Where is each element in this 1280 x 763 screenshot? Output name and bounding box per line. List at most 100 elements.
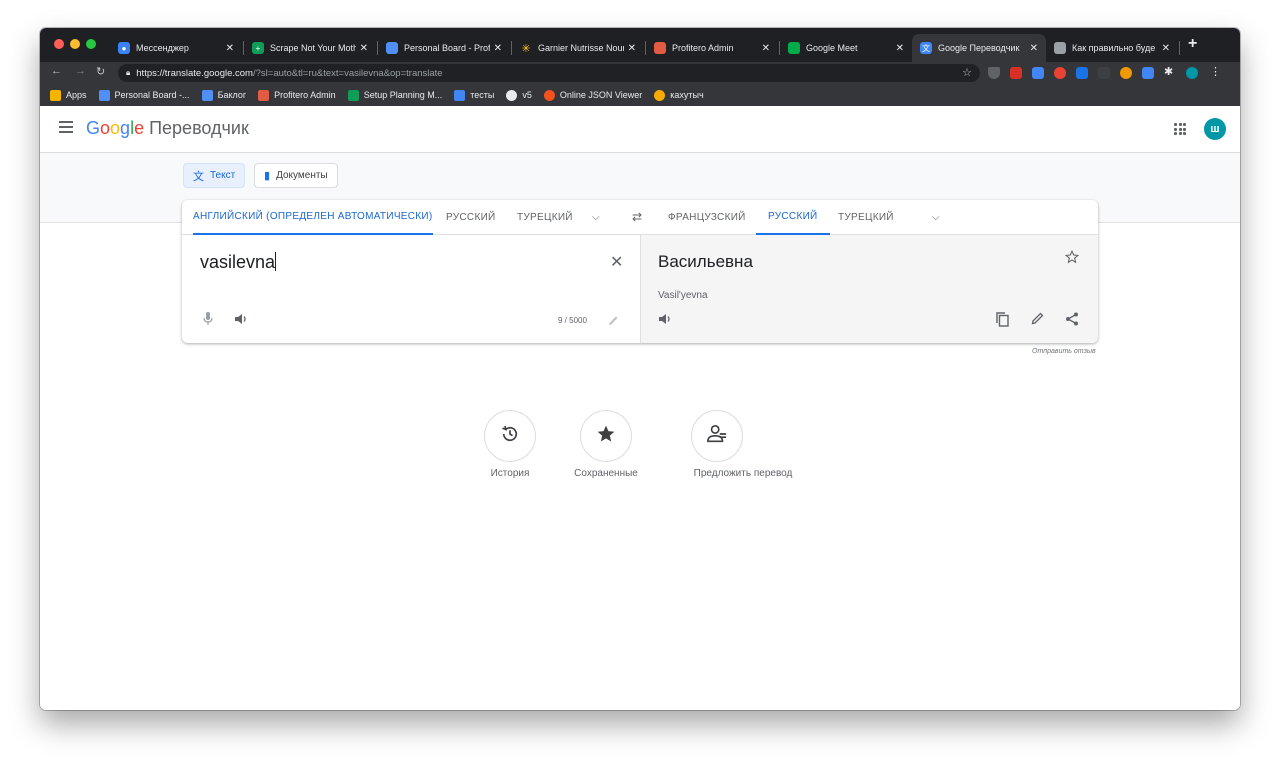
translation-card: АНГЛИЙСКИЙ (ОПРЕДЕЛЕН АВТОМАТИЧЕСКИ) РУС… xyxy=(182,200,1098,343)
close-tab-icon[interactable]: ✕ xyxy=(628,43,636,54)
source-lang-tab[interactable]: ТУРЕЦКИЙ xyxy=(517,200,573,235)
address-bar[interactable]: 🔒︎ https://translate.google.com/?sl=auto… xyxy=(118,64,980,82)
source-panel: vasilevna ✕ 9 / 5000 xyxy=(182,235,640,343)
hamburger-menu-icon[interactable] xyxy=(59,121,73,133)
saved-button[interactable] xyxy=(580,410,632,462)
globe-icon xyxy=(506,89,518,101)
chevron-down-icon[interactable]: ⌵ xyxy=(932,212,940,223)
close-tab-icon[interactable]: ✕ xyxy=(762,43,770,54)
browser-tab-active[interactable]: 文 Google Переводчик ✕ xyxy=(912,34,1046,62)
extension-icon[interactable] xyxy=(1120,67,1132,79)
close-window-button[interactable] xyxy=(54,39,64,49)
translate-icon: 文 xyxy=(193,170,204,183)
extension-icon[interactable] xyxy=(1076,67,1088,79)
apps-grid-icon xyxy=(50,89,61,101)
walmart-icon: ✳ xyxy=(521,42,531,55)
text-mode-button[interactable]: 文 Текст xyxy=(183,163,246,188)
bookmark-icon xyxy=(654,89,666,101)
extension-icon[interactable] xyxy=(1054,67,1066,79)
kebab-menu-icon[interactable]: ⋮ xyxy=(1210,65,1222,78)
translate-extension-icon[interactable] xyxy=(1032,67,1044,79)
forward-arrow-icon[interactable]: → xyxy=(75,65,86,77)
sheets-icon xyxy=(347,89,359,101)
bookmark-item[interactable]: кахутыч xyxy=(654,89,704,101)
bookmark-apps[interactable]: Apps xyxy=(50,89,87,101)
target-lang-active-tab[interactable]: РУССКИЙ xyxy=(756,200,830,235)
extension-icon[interactable] xyxy=(1010,67,1022,79)
documents-mode-button[interactable]: ▮ Документы xyxy=(254,163,338,188)
browser-tab[interactable]: Google Meet ✕ xyxy=(780,34,912,62)
target-lang-tab[interactable]: ФРАНЦУЗСКИЙ xyxy=(668,200,746,235)
browser-tab[interactable]: Profitero Admin ✕ xyxy=(646,34,778,62)
bookmark-item[interactable]: Setup Planning M... xyxy=(347,89,442,101)
browser-tab[interactable]: + Scrape Not Your Moth ✕ xyxy=(244,34,376,62)
char-counter: 9 / 5000 xyxy=(558,316,587,325)
language-bar: АНГЛИЙСКИЙ (ОПРЕДЕЛЕН АВТОМАТИЧЕСКИ) РУС… xyxy=(182,200,1098,235)
shield-extension-icon[interactable] xyxy=(988,67,1000,79)
browser-tab[interactable]: ✳ Garnier Nutrisse Nour ✕ xyxy=(512,34,644,62)
account-avatar[interactable]: ш xyxy=(1204,118,1226,140)
browser-tab[interactable]: ● Мессенджер ✕ xyxy=(110,34,242,62)
speaker-icon[interactable] xyxy=(234,312,248,330)
profitero-icon xyxy=(654,42,666,54)
suggest-translation-button[interactable] xyxy=(691,410,743,462)
swap-languages-icon[interactable]: ⇄ xyxy=(632,210,642,224)
tab-strip: ● Мессенджер ✕ + Scrape Not Your Moth ✕ … xyxy=(40,28,1240,62)
edit-pencil-icon[interactable] xyxy=(1031,312,1044,330)
copy-icon[interactable] xyxy=(996,312,1009,332)
source-lang-detected-tab[interactable]: АНГЛИЙСКИЙ (ОПРЕДЕЛЕН АВТОМАТИЧЕСКИ) xyxy=(193,200,433,235)
reload-icon[interactable]: ↻ xyxy=(96,65,105,78)
board-icon xyxy=(386,42,398,54)
bookmark-item[interactable]: Personal Board -... xyxy=(98,89,190,101)
profile-avatar-icon[interactable] xyxy=(1186,67,1198,79)
puzzle-extensions-icon[interactable]: ✱ xyxy=(1164,65,1176,78)
lock-icon: 🔒︎ xyxy=(126,68,131,77)
bookmark-item[interactable]: Online JSON Viewer xyxy=(543,89,642,101)
bookmark-item[interactable]: v5 xyxy=(506,89,532,101)
translation-output: Васильевна xyxy=(658,252,753,271)
close-tab-icon[interactable]: ✕ xyxy=(360,43,368,54)
new-tab-button[interactable]: + xyxy=(1188,35,1197,53)
people-icon xyxy=(706,424,728,449)
meet-icon xyxy=(788,42,800,54)
board-icon xyxy=(98,89,110,101)
minimize-window-button[interactable] xyxy=(70,39,80,49)
close-tab-icon[interactable]: ✕ xyxy=(226,43,234,54)
chevron-down-icon[interactable]: ⌵ xyxy=(592,212,600,223)
target-panel: Васильевна Vasil'yevna xyxy=(640,235,1098,343)
browser-tab[interactable]: Personal Board - Profi ✕ xyxy=(378,34,510,62)
target-lang-tab[interactable]: ТУРЕЦКИЙ xyxy=(838,200,894,235)
bookmark-star-icon[interactable]: ☆ xyxy=(962,66,972,79)
extension-icon[interactable] xyxy=(1142,67,1154,79)
share-icon[interactable] xyxy=(1065,312,1079,331)
extension-icon[interactable] xyxy=(1098,67,1110,79)
saved-label: Сохраненные xyxy=(574,468,638,479)
history-label: История xyxy=(490,468,530,479)
history-button[interactable] xyxy=(484,410,536,462)
browser-tab[interactable]: Как правильно буде ✕ xyxy=(1046,34,1178,62)
source-lang-tab[interactable]: РУССКИЙ xyxy=(446,200,496,235)
bookmark-item[interactable]: тесты xyxy=(454,89,494,101)
maximize-window-button[interactable] xyxy=(86,39,96,49)
app-header: Google Переводчик ш xyxy=(40,106,1240,153)
back-arrow-icon[interactable]: ← xyxy=(51,65,62,77)
page-content: Google Переводчик ш 文 Текст ▮ Документы … xyxy=(40,106,1240,710)
close-tab-icon[interactable]: ✕ xyxy=(1162,43,1170,54)
save-star-icon[interactable] xyxy=(1064,249,1080,269)
send-feedback-link[interactable]: Отправить отзыв xyxy=(1032,348,1096,355)
speaker-icon[interactable] xyxy=(658,312,672,330)
microphone-icon[interactable] xyxy=(203,312,213,331)
bookmark-item[interactable]: Баклог xyxy=(201,89,246,101)
close-tab-icon[interactable]: ✕ xyxy=(896,43,904,54)
clear-text-icon[interactable]: ✕ xyxy=(610,252,623,272)
close-tab-icon[interactable]: ✕ xyxy=(1030,43,1038,54)
source-textarea[interactable]: vasilevna xyxy=(200,252,277,273)
star-icon xyxy=(596,424,616,449)
bookmark-icon xyxy=(454,89,466,101)
google-translate-logo[interactable]: Google Переводчик xyxy=(86,118,249,139)
google-apps-icon[interactable] xyxy=(1174,123,1186,135)
close-tab-icon[interactable]: ✕ xyxy=(494,43,502,54)
board-icon xyxy=(201,89,213,101)
profitero-icon xyxy=(258,89,270,101)
bookmark-item[interactable]: Profitero Admin xyxy=(258,89,336,101)
